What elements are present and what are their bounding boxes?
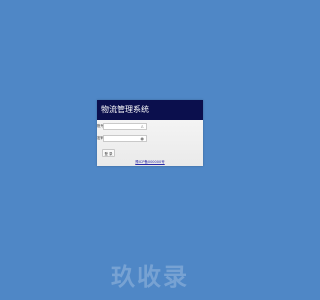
login-header: 物流管理系统 [97,100,203,120]
password-row: 密码 ● [97,135,147,142]
icp-record-link[interactable]: 豫ICP备000000号 [97,160,203,165]
login-panel: 物流管理系统 账号 ♙ 密码 ● 登 录 [97,100,203,166]
username-row: 账号 ♙ [97,123,147,130]
page-title: 物流管理系统 [101,105,149,114]
login-button[interactable]: 登 录 [102,149,115,157]
lock-icon: ● [140,136,145,141]
watermark-logo: 玖收录 [111,263,189,291]
user-icon: ♙ [140,124,144,129]
